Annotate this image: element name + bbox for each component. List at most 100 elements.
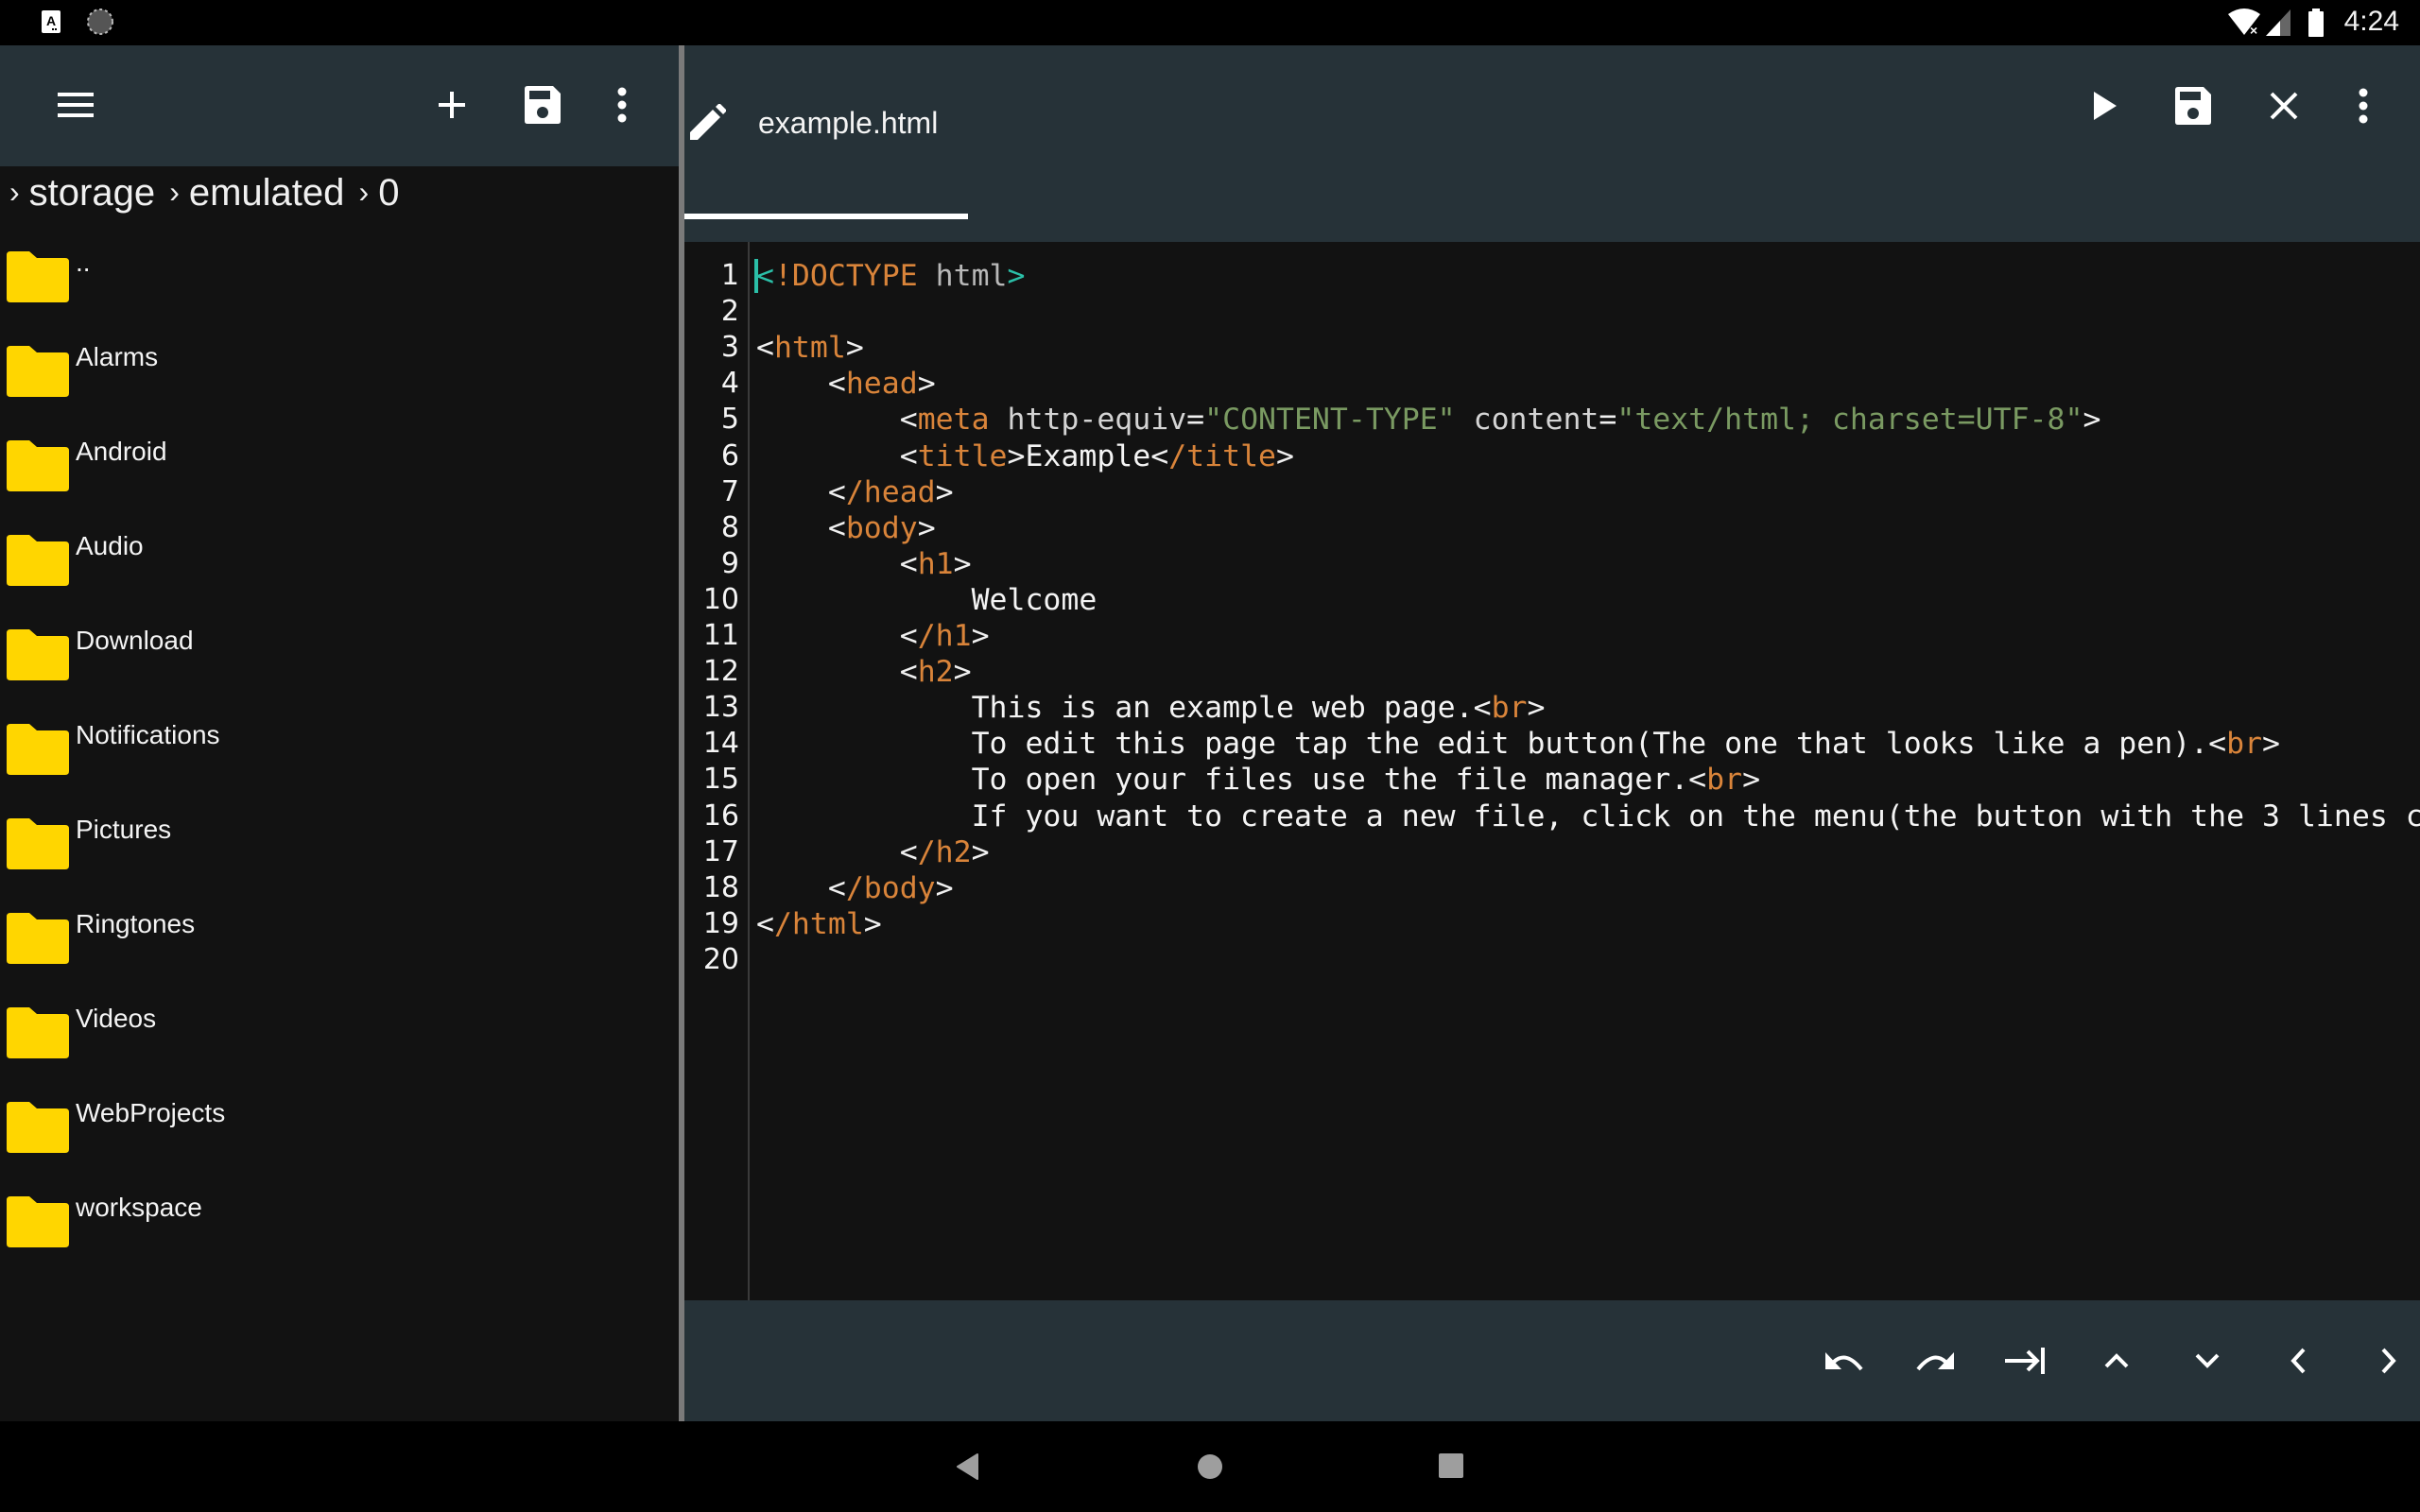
token-punc: >	[1527, 691, 1546, 726]
token-tag: meta	[917, 403, 990, 438]
text-cursor	[754, 259, 758, 293]
code-line[interactable]: 2	[684, 294, 2420, 330]
more-options-button[interactable]	[584, 67, 660, 143]
run-button[interactable]	[2067, 68, 2143, 144]
editor-bottom-toolbar	[684, 1300, 2420, 1421]
navigation-bar	[0, 1421, 2420, 1512]
folder-icon	[7, 535, 69, 591]
code-line[interactable]: 18 </body>	[684, 870, 2420, 906]
token-tag: br	[1491, 691, 1528, 726]
folder-item[interactable]: Notifications	[0, 714, 679, 809]
token-punc: <	[899, 619, 918, 653]
editor-more-options-button[interactable]	[2325, 68, 2401, 144]
code-line[interactable]: 20	[684, 942, 2420, 978]
folder-item[interactable]: Ringtones	[0, 903, 679, 998]
code-line[interactable]: 11 </h1>	[684, 618, 2420, 654]
code-line[interactable]: 4 <head>	[684, 366, 2420, 402]
move-down-button[interactable]	[2169, 1323, 2245, 1399]
token-punc: =	[1186, 403, 1205, 438]
code-editor[interactable]: 1 <!DOCTYPE html> 2 3 <html> 4 <head> 5 <meta …	[684, 242, 2420, 1300]
folder-item[interactable]: WebProjects	[0, 1092, 679, 1187]
code-line[interactable]: 14 To edit this page tap the edit button…	[684, 726, 2420, 762]
code-text: </html>	[756, 906, 882, 942]
menu-button[interactable]	[38, 67, 113, 143]
folder-name: Notifications	[76, 720, 220, 749]
save-file-button[interactable]	[2155, 68, 2231, 144]
code-line[interactable]: 10 Welcome	[684, 582, 2420, 618]
code-line[interactable]: 13 This is an example web page.<br>	[684, 690, 2420, 726]
code-line[interactable]: 8 <body>	[684, 510, 2420, 546]
code-line[interactable]: 9 <h1>	[684, 546, 2420, 582]
code-line[interactable]: 5 <meta http-equiv="CONTENT-TYPE" conten…	[684, 402, 2420, 438]
breadcrumb-item[interactable]: storage	[29, 172, 155, 214]
code-line[interactable]: 15 To open your files use the file manag…	[684, 762, 2420, 798]
undo-icon	[1825, 1350, 1863, 1371]
line-number: 6	[720, 438, 739, 472]
code-line[interactable]: 3 <html>	[684, 330, 2420, 366]
token-tag: /title	[1168, 438, 1277, 473]
token-text: This is an example web page.	[756, 691, 1474, 726]
home-icon[interactable]	[1197, 1453, 1223, 1485]
folder-icon	[7, 818, 69, 874]
move-left-button[interactable]	[2260, 1323, 2336, 1399]
line-number: 19	[702, 906, 739, 940]
code-line[interactable]: 12 <h2>	[684, 654, 2420, 690]
folder-item[interactable]: Download	[0, 620, 679, 714]
folder-item[interactable]: Android	[0, 431, 679, 525]
chevron-right-icon: ›	[9, 175, 20, 209]
arrow-left-icon	[2290, 1348, 2306, 1374]
move-right-button[interactable]	[2351, 1323, 2420, 1399]
folder-item[interactable]: Pictures	[0, 809, 679, 903]
folder-name: workspace	[76, 1193, 202, 1222]
close-file-button[interactable]	[2246, 68, 2322, 144]
cellular-signal-icon	[2266, 9, 2292, 41]
code-text: <!DOCTYPE html>	[756, 258, 1025, 294]
folder-item[interactable]: ..	[0, 242, 679, 336]
token-text: If you want to create a new file, click …	[756, 799, 2420, 833]
breadcrumb-item[interactable]: 0	[378, 172, 399, 214]
code-line[interactable]: 7 </head>	[684, 474, 2420, 510]
tab-example-html[interactable]: example.html	[684, 83, 968, 219]
add-icon	[437, 90, 467, 120]
back-icon[interactable]	[957, 1453, 979, 1485]
code-text: <h1>	[756, 546, 972, 582]
new-file-button[interactable]	[414, 67, 490, 143]
editor-toolbar: example.html	[684, 45, 2420, 242]
folder-icon	[7, 1196, 69, 1252]
redo-button[interactable]	[1897, 1323, 1973, 1399]
svg-text:A: A	[46, 13, 56, 28]
folder-icon	[7, 251, 69, 307]
token-punc: >	[1276, 438, 1294, 473]
code-line[interactable]: 6 <title>Example</title>	[684, 438, 2420, 474]
token-tag: html	[773, 331, 846, 366]
line-number: 17	[702, 834, 739, 868]
code-text: Welcome	[756, 582, 1098, 618]
indent-button[interactable]	[1988, 1323, 2064, 1399]
line-number: 2	[720, 295, 739, 329]
edit-pencil-icon[interactable]	[690, 103, 727, 145]
folder-icon	[7, 724, 69, 780]
code-line[interactable]: 19 </html>	[684, 906, 2420, 942]
code-line[interactable]: 17 </h2>	[684, 834, 2420, 870]
folder-item[interactable]: Videos	[0, 998, 679, 1092]
token-tag: h2	[917, 655, 954, 690]
folder-item[interactable]: Alarms	[0, 336, 679, 431]
move-up-button[interactable]	[2079, 1323, 2154, 1399]
breadcrumb-item[interactable]: emulated	[189, 172, 345, 214]
undo-button[interactable]	[1806, 1323, 1882, 1399]
folder-item[interactable]: Audio	[0, 525, 679, 620]
code-line[interactable]: 1 <!DOCTYPE html>	[684, 258, 2420, 294]
recents-icon[interactable]	[1439, 1453, 1463, 1483]
folder-item[interactable]: workspace	[0, 1187, 679, 1281]
more-vert-icon	[616, 87, 628, 123]
folder-icon	[7, 1102, 69, 1158]
code-text: </body>	[756, 870, 954, 906]
code-line[interactable]: 16 If you want to create a new file, cli…	[684, 799, 2420, 834]
save-button[interactable]	[505, 67, 580, 143]
token-punc: <	[1688, 763, 1707, 798]
token-doctype: !DOCTYPE	[773, 259, 918, 293]
line-number: 13	[702, 691, 739, 725]
